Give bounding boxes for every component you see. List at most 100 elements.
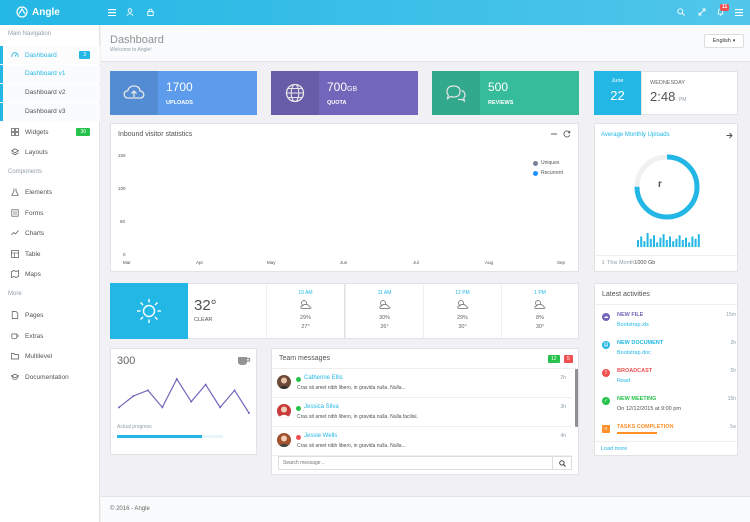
- stat-value-box: 1700 UPLOADS: [158, 71, 257, 115]
- sidebar-subitem-dashboard-v3[interactable]: Dashboard v3: [0, 103, 100, 121]
- stat-icon-box: [432, 71, 480, 115]
- weekday: WEDNESDAY: [650, 80, 686, 86]
- refresh-icon[interactable]: [563, 130, 571, 138]
- menu-toggle-icon[interactable]: [106, 6, 118, 18]
- upload-bar: [697, 234, 700, 247]
- stat-icon-box: [110, 71, 158, 115]
- activity-sub: Bootstrap.xls: [617, 322, 649, 328]
- sidebar-item-maps[interactable]: Maps: [0, 265, 100, 283]
- message-search-button[interactable]: [552, 456, 572, 470]
- stat-value-box: 700GB QUOTA: [319, 71, 418, 115]
- fullscreen-icon[interactable]: [696, 6, 708, 18]
- brand[interactable]: Angle: [0, 0, 100, 25]
- card-title: Latest activities: [602, 291, 650, 298]
- stat-value: 500: [488, 80, 509, 94]
- partly-cloudy-icon: [456, 300, 468, 309]
- x-tick: Jun: [340, 260, 348, 265]
- monthly-uploads-card: Average Monthly Uploads r ⇪ This Month10…: [594, 123, 738, 272]
- load-more-link[interactable]: Load more: [601, 446, 627, 452]
- legend-uniques: Uniques: [533, 160, 559, 166]
- progress-card: 300 Actual progress: [110, 348, 257, 455]
- footer: © 2016 - Angle: [101, 496, 750, 522]
- alert-icon: !: [602, 369, 610, 377]
- upload-bar: [665, 240, 668, 247]
- sparkline-point: [175, 378, 178, 380]
- activity-title: TASKS COMPLETION: [617, 424, 674, 430]
- x-tick: May: [267, 260, 276, 265]
- stat-value-box: 500 REVIEWS: [480, 71, 579, 115]
- legend-dot: [533, 160, 538, 166]
- message-row[interactable]: Jessie Wells Cras sit amet nibh libero, …: [272, 427, 572, 456]
- sidebar-item-layouts[interactable]: Layouts: [0, 143, 100, 161]
- top-navbar: Angle 11: [0, 0, 750, 25]
- sidebar-item-elements[interactable]: Elements: [0, 183, 100, 201]
- sidebar-item-widgets[interactable]: Widgets 30: [0, 123, 100, 141]
- activity-title: NEW FILE: [617, 312, 644, 318]
- upload-bar: [669, 236, 671, 247]
- upload-bar: [675, 238, 678, 247]
- weather-hour: 10 AM 29% 27°: [266, 283, 345, 339]
- nav-heading-components: Components: [8, 169, 43, 175]
- sidebar-item-label: Dashboard: [25, 51, 57, 59]
- sidebar-item-pages[interactable]: Pages: [0, 306, 100, 324]
- sidebar-item-extras[interactable]: Extras: [0, 327, 100, 345]
- stat-value: 1700: [166, 80, 193, 94]
- sidebar-item-forms[interactable]: Forms: [0, 204, 100, 222]
- bubbles-icon: [446, 85, 466, 103]
- partly-cloudy-icon: [534, 300, 546, 309]
- x-tick: Aug: [485, 260, 494, 265]
- lock-icon[interactable]: [144, 6, 156, 18]
- widgets-badge: 30: [76, 128, 90, 136]
- activity-row[interactable]: ✓ NEW MEETING On 12/12/2015 at 9:00 pm 1…: [595, 392, 742, 420]
- upload-bar: [681, 240, 684, 247]
- sidebar: Main Navigation Dashboard 3 Dashboard v1…: [0, 25, 100, 522]
- table-icon: [11, 250, 19, 258]
- status-dot: [296, 406, 301, 411]
- sidebar-item-multilevel[interactable]: Multilevel: [0, 347, 100, 365]
- message-search-input[interactable]: [279, 457, 555, 469]
- arrow-right-icon[interactable]: [726, 132, 733, 139]
- message-text: Cras sit amet nibh libero, in gravida nu…: [297, 385, 406, 391]
- activity-title: NEW DOCUMENT: [617, 340, 664, 346]
- sidebar-item-table[interactable]: Table: [0, 245, 100, 263]
- content-header: Dashboard Welcome to Angle! English ▾: [101, 25, 750, 62]
- time-value: 2:48: [650, 89, 676, 104]
- language-dropdown[interactable]: English ▾: [704, 34, 744, 48]
- collapse-icon[interactable]: [550, 130, 558, 138]
- message-time: 4h: [560, 433, 566, 439]
- x-tick: Jul: [413, 260, 419, 265]
- progress-sparkline: [118, 377, 250, 414]
- cup-icon: [11, 333, 19, 340]
- radial-center-label: r: [658, 179, 662, 190]
- user-icon[interactable]: [124, 6, 136, 18]
- activity-sub: Read: [617, 378, 631, 384]
- upload-bar: [646, 233, 649, 247]
- activity-row[interactable]: ☁ NEW FILE Bootstrap.xls 15m: [595, 308, 742, 336]
- message-sender: Catherine Ellis: [304, 375, 343, 381]
- page-subtitle: Welcome to Angle!: [110, 47, 152, 53]
- message-row[interactable]: Jessica Silva Cras sit amet nibh libero,…: [272, 398, 572, 427]
- activity-row[interactable]: ▤ NEW DOCUMENT Bootstrap.doc 2h: [595, 336, 742, 364]
- nav-heading-more: More: [8, 291, 22, 297]
- y-tick: 150: [118, 153, 126, 158]
- x-tick: Mar: [123, 260, 131, 265]
- stat-value: 700: [327, 80, 348, 94]
- sidebar-item-charts[interactable]: Charts: [0, 224, 100, 242]
- sidebar-item-dashboard[interactable]: Dashboard 3: [0, 46, 100, 64]
- upload-icon: ⇪: [601, 260, 606, 266]
- activity-sub: Bootstrap.doc: [617, 350, 651, 356]
- map-icon: [11, 270, 19, 278]
- graph-icon: [11, 230, 19, 236]
- sidebar-subitem-dashboard-v1[interactable]: Dashboard v1: [0, 65, 100, 83]
- sidebar-subitem-dashboard-v2[interactable]: Dashboard v2: [0, 84, 100, 102]
- search-icon[interactable]: [675, 6, 687, 18]
- progress-label: Actual progress: [117, 424, 152, 430]
- messages-scrollbar[interactable]: [575, 369, 578, 427]
- more-menu-icon[interactable]: [733, 6, 745, 18]
- message-row[interactable]: Catherine Ellis Cras sit amet nibh liber…: [272, 369, 572, 398]
- activity-row[interactable]: ≡ TASKS COMPLETION 1w: [595, 420, 742, 440]
- sidebar-item-documentation[interactable]: Documentation: [0, 368, 100, 386]
- upload-bar: [662, 234, 665, 247]
- activity-row[interactable]: ! BROADCAST Read 5h: [595, 364, 742, 392]
- y-tick: 100: [118, 186, 126, 191]
